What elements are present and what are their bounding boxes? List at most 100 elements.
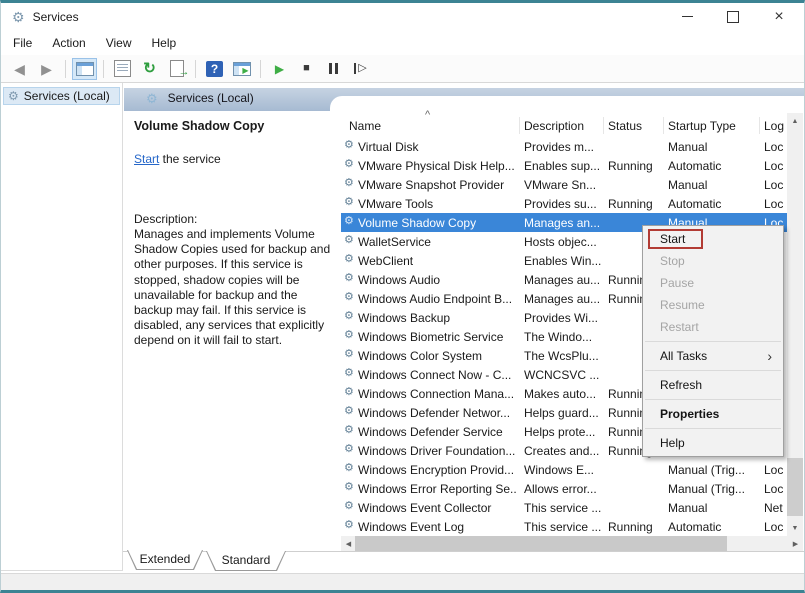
context-menu-item-help[interactable]: Help	[643, 432, 783, 454]
description-label: Description:	[134, 212, 198, 226]
maximize-icon	[727, 10, 739, 23]
service-gear-icon: ⚙	[344, 367, 354, 379]
service-name: Windows Connection Mana...	[358, 387, 515, 401]
tab-extended[interactable]: Extended	[127, 550, 203, 570]
service-name: Windows Audio Endpoint B...	[358, 292, 513, 306]
service-row[interactable]: ⚙ Virtual Disk Provides m... Manual Loc	[341, 137, 787, 156]
service-gear-icon: ⚙	[344, 481, 354, 493]
start-service-link[interactable]: Start	[134, 152, 159, 166]
service-row[interactable]: ⚙ Windows Error Reporting Se... Allows err…	[341, 479, 787, 498]
service-description: Helps prote...	[524, 425, 596, 439]
column-divider	[663, 117, 664, 134]
service-action-line: Start the service	[134, 152, 221, 166]
service-description: The WcsPlu...	[524, 349, 599, 363]
header-title: Services (Local)	[167, 91, 254, 105]
service-row[interactable]: ⚙ VMware Snapshot Provider VMware Sn... Man…	[341, 175, 787, 194]
close-button[interactable]: ×	[756, 3, 802, 30]
start-service-icon[interactable]: ▶	[267, 58, 292, 80]
service-log-on-as: Loc	[764, 140, 784, 154]
service-description: Provides Wi...	[524, 311, 599, 325]
help-icon[interactable]: ?	[202, 58, 227, 80]
service-description: Hosts objec...	[524, 235, 597, 249]
service-log-on-as: Loc	[764, 463, 784, 477]
service-name: Virtual Disk	[358, 140, 419, 154]
service-description: This service ...	[524, 520, 602, 534]
service-name: Windows Event Collector	[358, 501, 492, 515]
menu-help[interactable]: Help	[142, 32, 187, 54]
vertical-scrollbar[interactable]: ▲ ▼	[787, 113, 803, 536]
service-status: Running	[608, 197, 653, 211]
service-log-on-as: Loc	[764, 159, 784, 173]
service-name: Windows Connect Now - C...	[358, 368, 512, 382]
column-header-status[interactable]: Status	[608, 119, 642, 133]
menu-item-label: All Tasks	[660, 349, 708, 363]
forward-icon[interactable]: ▶	[34, 58, 59, 80]
tab-standard[interactable]: Standard	[206, 551, 286, 571]
toolbar-separator	[195, 59, 196, 78]
menu-separator	[645, 399, 781, 400]
scroll-right-icon[interactable]: ▶	[788, 536, 803, 551]
service-info-panel: Volume Shadow Copy Start the service Des…	[123, 111, 341, 551]
context-menu-item-properties[interactable]: Properties	[643, 403, 783, 425]
service-startup-type: Manual	[668, 178, 708, 192]
console-tree-panel: ⚙ Services (Local)	[1, 83, 123, 571]
service-description: Allows error...	[524, 482, 597, 496]
menu-action[interactable]: Action	[42, 32, 95, 54]
service-gear-icon: ⚙	[344, 462, 354, 474]
column-header-description[interactable]: Description	[524, 119, 584, 133]
service-name: Windows Error Reporting Se...	[358, 482, 517, 496]
service-gear-icon: ⚙	[344, 196, 354, 208]
horizontal-scrollbar-thumb[interactable]	[355, 536, 727, 551]
service-row[interactable]: ⚙ VMware Physical Disk Help... Enables sup…	[341, 156, 787, 175]
menu-file[interactable]: File	[3, 32, 42, 54]
service-startup-type: Automatic	[668, 159, 722, 173]
menu-view[interactable]: View	[96, 32, 142, 54]
show-action-pane-icon[interactable]: ▶	[229, 58, 254, 80]
service-row[interactable]: ⚙ Windows Event Collector This service ...…	[341, 498, 787, 517]
services-window: ⚙ Services × File Action View Help ◀ ▶ ↻ →? ▶ ▶ ■…	[0, 0, 805, 593]
maximize-button[interactable]	[710, 3, 756, 30]
scroll-left-icon[interactable]: ◀	[341, 536, 356, 551]
window-title: Services	[32, 9, 79, 24]
context-menu-item-start[interactable]: Start	[643, 228, 783, 250]
column-header-log[interactable]: Log	[764, 119, 784, 133]
restart-service-icon[interactable]: ▷	[348, 58, 373, 80]
scroll-down-icon[interactable]: ▼	[787, 520, 803, 536]
service-gear-icon: ⚙	[344, 443, 354, 455]
service-row[interactable]: ⚙ VMware Tools Provides su... Running Automa…	[341, 194, 787, 213]
service-gear-icon: ⚙	[344, 139, 354, 151]
service-description: Manages an...	[524, 216, 601, 230]
column-divider	[603, 117, 604, 134]
service-description: This service ...	[524, 501, 602, 515]
menu-item-label: Help	[660, 436, 685, 450]
properties-icon[interactable]	[110, 58, 135, 80]
show-console-tree-icon[interactable]	[72, 57, 97, 80]
service-description: Windows E...	[524, 463, 595, 477]
service-description: Enables Win...	[524, 254, 602, 268]
pause-service-icon[interactable]	[321, 58, 346, 80]
vertical-scrollbar-thumb[interactable]	[787, 458, 803, 516]
column-header-startup-type[interactable]: Startup Type	[668, 119, 736, 133]
context-menu-item-refresh[interactable]: Refresh	[643, 374, 783, 396]
service-description: WCNCSVC ...	[524, 368, 600, 382]
horizontal-scrollbar[interactable]: ◀ ▶	[341, 536, 803, 551]
column-header-name[interactable]: Name	[349, 119, 381, 133]
service-description: Manages au...	[524, 273, 601, 287]
context-menu: Start Stop Pause Resume Restart All Tasks › Ref…	[642, 225, 784, 457]
service-row[interactable]: ⚙ Windows Event Log This service ... Runnin…	[341, 517, 787, 536]
service-description: The Windo...	[524, 330, 593, 344]
minimize-button[interactable]	[664, 3, 710, 30]
menu-item-label: Restart	[660, 320, 699, 334]
service-row[interactable]: ⚙ Windows Encryption Provid... Windows E..…	[341, 460, 787, 479]
service-description: Provides m...	[524, 140, 595, 154]
stop-service-icon[interactable]: ■	[294, 58, 319, 80]
back-icon[interactable]: ◀	[7, 58, 32, 80]
service-startup-type: Manual (Trig...	[668, 482, 745, 496]
sort-indicator-icon: ^	[425, 109, 431, 121]
export-list-icon[interactable]: →	[164, 58, 190, 80]
service-name: VMware Physical Disk Help...	[358, 159, 515, 173]
refresh-icon[interactable]: ↻	[137, 58, 162, 80]
tree-item-services-local[interactable]: ⚙ Services (Local)	[3, 87, 120, 105]
context-menu-item-all-tasks[interactable]: All Tasks ›	[643, 345, 783, 367]
scroll-up-icon[interactable]: ▲	[787, 113, 803, 129]
